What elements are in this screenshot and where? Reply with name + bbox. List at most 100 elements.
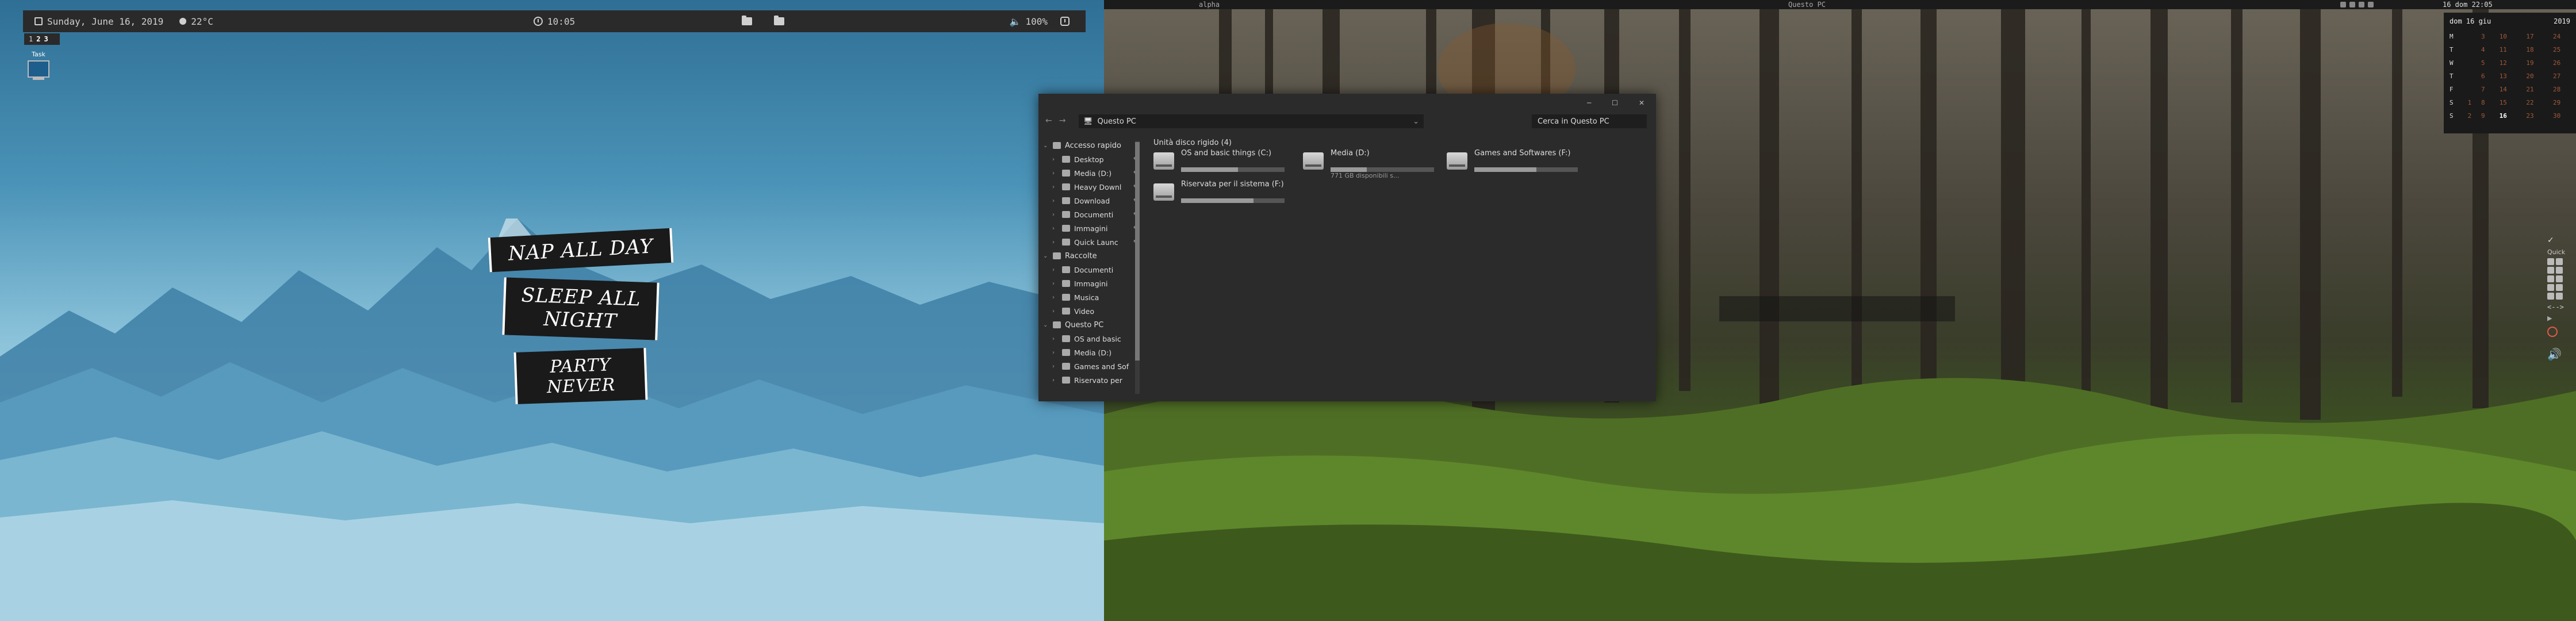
clock-widget[interactable]: 10:05 bbox=[533, 16, 575, 27]
app-icon[interactable] bbox=[2547, 293, 2554, 300]
folder-icon[interactable] bbox=[742, 16, 752, 25]
chevron-right-icon[interactable]: › bbox=[1052, 170, 1058, 177]
calendar-day[interactable]: 9 bbox=[2477, 109, 2490, 122]
address-bar[interactable]: 🖥 Questo PC ⌄ bbox=[1079, 114, 1424, 128]
folder-icon[interactable] bbox=[774, 16, 784, 25]
calendar-day[interactable]: 13 bbox=[2490, 70, 2517, 83]
chevron-right-icon[interactable]: › bbox=[1052, 267, 1058, 273]
calendar-day[interactable]: 29 bbox=[2543, 96, 2570, 109]
app-icon[interactable] bbox=[2556, 267, 2563, 274]
calendar-day[interactable]: 10 bbox=[2490, 30, 2517, 43]
chevron-right-icon[interactable]: › bbox=[1052, 377, 1058, 384]
sidebar-item[interactable]: › Riservato per bbox=[1038, 373, 1142, 387]
calendar-day[interactable]: 18 bbox=[2517, 43, 2544, 56]
calendar-day[interactable] bbox=[2463, 30, 2476, 43]
workspace-3[interactable]: 3 bbox=[44, 35, 48, 43]
weather-widget[interactable]: 22°C bbox=[179, 16, 213, 27]
back-arrow-icon[interactable]: ← bbox=[1045, 116, 1052, 125]
sidebar-item[interactable]: › OS and basic bbox=[1038, 332, 1142, 346]
calendar-day[interactable] bbox=[2463, 56, 2476, 70]
tray-icon[interactable] bbox=[2349, 2, 2355, 7]
calendar-day[interactable]: 7 bbox=[2477, 83, 2490, 96]
app-icon[interactable] bbox=[2547, 267, 2554, 274]
chevron-right-icon[interactable]: › bbox=[1052, 198, 1058, 204]
tray-icon[interactable] bbox=[2368, 2, 2374, 7]
drive-tile[interactable]: Media (D:) 771 GB disponibili s... bbox=[1303, 149, 1441, 181]
stop-icon[interactable] bbox=[2547, 327, 2558, 337]
calendar-day[interactable]: 20 bbox=[2517, 70, 2544, 83]
sidebar-item[interactable]: › Immagini bbox=[1038, 277, 1142, 290]
app-icon[interactable] bbox=[2556, 275, 2563, 282]
calendar-day[interactable]: 5 bbox=[2477, 56, 2490, 70]
power-icon[interactable] bbox=[1060, 17, 1070, 26]
app-icon[interactable] bbox=[2556, 258, 2563, 265]
calendar-day[interactable]: 26 bbox=[2543, 56, 2570, 70]
chevron-down-icon[interactable]: ⌄ bbox=[1413, 117, 1419, 126]
calendar-day[interactable] bbox=[2463, 83, 2476, 96]
sidebar-item[interactable]: ›Immagini✎ bbox=[1038, 221, 1142, 235]
resize-arrows[interactable]: <--> bbox=[2547, 303, 2576, 311]
sidebar-group[interactable]: ⌄ Questo PC bbox=[1038, 318, 1142, 332]
datetime-text[interactable]: 16 dom 22:05 bbox=[2443, 1, 2493, 9]
sidebar-item[interactable]: ›Media (D:)✎ bbox=[1038, 166, 1142, 180]
date-widget[interactable]: Sunday, June 16, 2019 bbox=[34, 16, 163, 27]
calendar-day[interactable]: 4 bbox=[2477, 43, 2490, 56]
chevron-down-icon[interactable]: ⌄ bbox=[1043, 143, 1049, 149]
calendar-day[interactable]: 16 bbox=[2490, 109, 2517, 122]
speaker-icon[interactable]: 🔊 bbox=[2547, 347, 2576, 361]
calendar-day[interactable]: 22 bbox=[2517, 96, 2544, 109]
drive-tile[interactable]: OS and basic things (C:) bbox=[1153, 149, 1291, 181]
chevron-right-icon[interactable]: › bbox=[1052, 225, 1058, 232]
calendar-day[interactable]: 30 bbox=[2543, 109, 2570, 122]
app-icon[interactable] bbox=[2547, 284, 2554, 291]
calendar-day[interactable]: 24 bbox=[2543, 30, 2570, 43]
calendar-day[interactable]: 1 bbox=[2463, 96, 2476, 109]
app-icon[interactable] bbox=[2556, 293, 2563, 300]
calendar-day[interactable]: 27 bbox=[2543, 70, 2570, 83]
close-icon[interactable]: ✕ bbox=[1639, 99, 1644, 107]
tray-icon[interactable] bbox=[2340, 2, 2346, 7]
calendar-day[interactable]: 15 bbox=[2490, 96, 2517, 109]
tray-icon[interactable] bbox=[2359, 2, 2364, 7]
chevron-right-icon[interactable]: › bbox=[1052, 156, 1058, 163]
drives-group-header[interactable]: Unità disco rigido (4) bbox=[1153, 136, 1656, 149]
sidebar-item[interactable]: › Documenti bbox=[1038, 263, 1142, 277]
chevron-right-icon[interactable]: › bbox=[1052, 294, 1058, 301]
chevron-right-icon[interactable]: › bbox=[1052, 336, 1058, 342]
calendar-day[interactable]: 8 bbox=[2477, 96, 2490, 109]
chevron-down-icon[interactable]: ⌄ bbox=[1043, 322, 1049, 328]
calendar-day[interactable]: 3 bbox=[2477, 30, 2490, 43]
calendar-day[interactable]: 14 bbox=[2490, 83, 2517, 96]
sidebar-group[interactable]: ⌄ Accesso rapido bbox=[1038, 139, 1142, 152]
calendar-day[interactable]: 28 bbox=[2543, 83, 2570, 96]
chevron-right-icon[interactable]: › bbox=[1052, 184, 1058, 190]
chevron-right-icon[interactable]: › bbox=[1052, 308, 1058, 315]
play-icon[interactable]: ▶ bbox=[2547, 315, 2576, 322]
sidebar-item[interactable]: ›Heavy Downl✎ bbox=[1038, 180, 1142, 194]
calendar-day[interactable]: 25 bbox=[2543, 43, 2570, 56]
minimize-icon[interactable]: ─ bbox=[1587, 99, 1591, 107]
calendar-day[interactable]: 2 bbox=[2463, 109, 2476, 122]
calendar-day[interactable]: 12 bbox=[2490, 56, 2517, 70]
chevron-right-icon[interactable]: › bbox=[1052, 239, 1058, 246]
chevron-right-icon[interactable]: › bbox=[1052, 212, 1058, 218]
calendar-day[interactable] bbox=[2463, 70, 2476, 83]
workspace-2[interactable]: 2 bbox=[36, 35, 40, 43]
sidebar-item[interactable]: ›Quick Launc✎ bbox=[1038, 235, 1142, 249]
sidebar-item[interactable]: › Video bbox=[1038, 304, 1142, 318]
calendar-day[interactable] bbox=[2463, 43, 2476, 56]
sidebar-item[interactable]: ›Download✎ bbox=[1038, 194, 1142, 208]
app-icon[interactable] bbox=[2547, 275, 2554, 282]
chevron-right-icon[interactable]: › bbox=[1052, 363, 1058, 370]
search-input[interactable]: Cerca in Questo PC bbox=[1532, 114, 1647, 128]
forward-arrow-icon[interactable]: → bbox=[1059, 116, 1066, 125]
calendar-day[interactable]: 6 bbox=[2477, 70, 2490, 83]
volume-widget[interactable]: 🔈 100% bbox=[1010, 16, 1048, 27]
app-icon[interactable] bbox=[2547, 258, 2554, 265]
chevron-right-icon[interactable]: › bbox=[1052, 281, 1058, 287]
maximize-icon[interactable]: ☐ bbox=[1612, 99, 1618, 107]
sidebar-scrollbar[interactable] bbox=[1135, 141, 1140, 394]
calendar-day[interactable]: 17 bbox=[2517, 30, 2544, 43]
chevron-right-icon[interactable]: › bbox=[1052, 350, 1058, 356]
drive-tile[interactable]: Games and Softwares (F:) bbox=[1447, 149, 1585, 181]
